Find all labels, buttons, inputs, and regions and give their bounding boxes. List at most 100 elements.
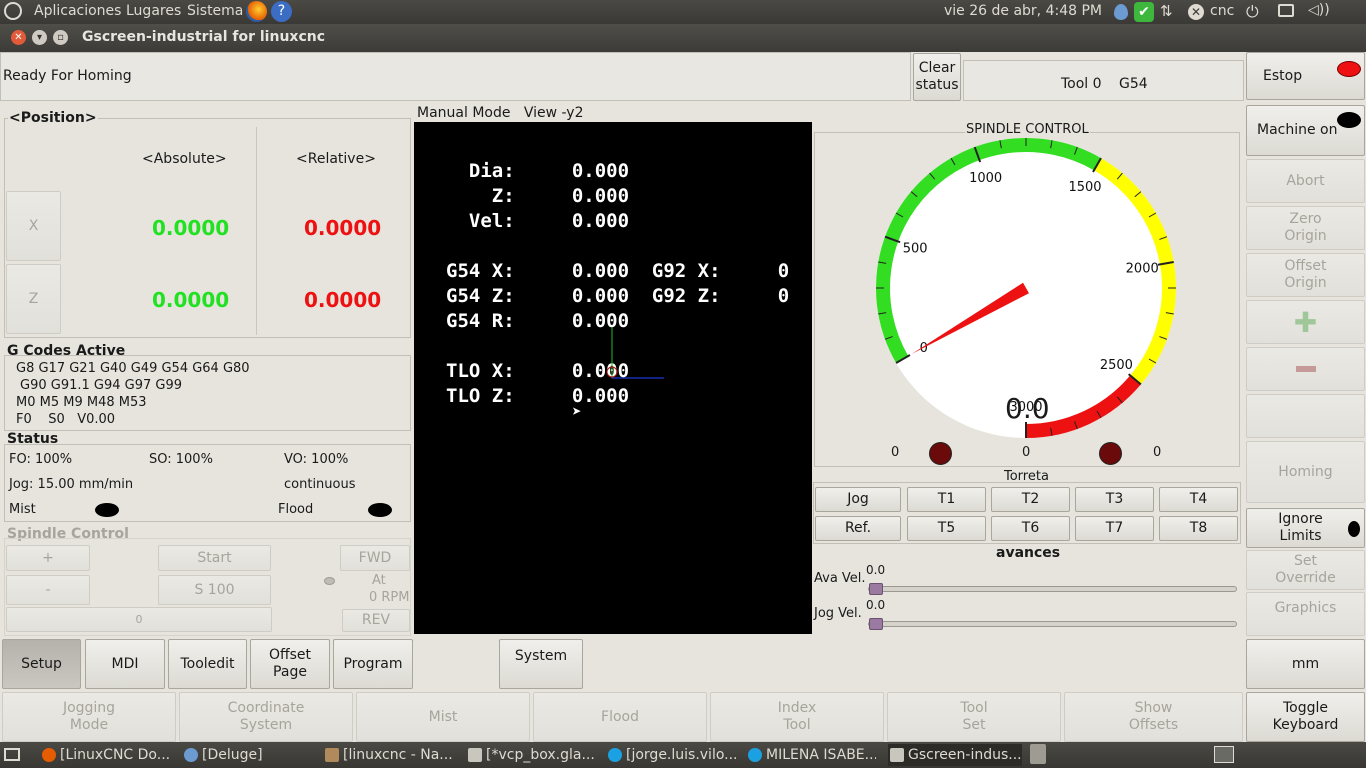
user-name[interactable]: cnc [1210, 3, 1234, 19]
torreta-jog-button[interactable]: Jog [815, 487, 901, 512]
mist-button[interactable]: Mist [356, 692, 530, 742]
spindle-minus-button[interactable]: - [6, 575, 90, 605]
gauge-right-led [1099, 442, 1122, 465]
gcode-preview[interactable]: Dia: 0.000 Z: 0.000 Vel: 0.000 G54 X: 0.… [414, 122, 812, 634]
spindle-rev-button[interactable]: REV [342, 609, 410, 632]
ignore-limits-indicator [1348, 521, 1360, 537]
graphics-label: Graphics [1274, 600, 1337, 616]
feed-override: FO: 100% [9, 452, 73, 467]
empty-button[interactable] [1246, 394, 1365, 438]
clock[interactable]: vie 26 de abr, 4:48 PM [944, 3, 1102, 19]
trash-icon[interactable] [1030, 744, 1046, 764]
tool-t7-button[interactable]: T7 [1075, 516, 1154, 541]
volume-icon[interactable]: ◁)) [1308, 2, 1330, 18]
spindle-fwd-button[interactable]: FWD [340, 545, 410, 571]
taskbar-item[interactable]: [jorge.luis.vilo... [606, 744, 736, 766]
flood-button[interactable]: Flood [533, 692, 707, 742]
close-window-icon[interactable]: ✕ [11, 30, 26, 45]
offset-origin-button[interactable]: Offset Origin [1246, 253, 1365, 297]
ava-vel-slider-track[interactable] [868, 586, 1237, 592]
machine-on-label: Machine on [1257, 122, 1338, 138]
jog-vel-slider-handle[interactable] [869, 618, 883, 630]
spindle-plus-button[interactable]: + [6, 545, 90, 571]
index-tool-button[interactable]: Index Tool [710, 692, 884, 742]
tab-program[interactable]: Program [333, 639, 413, 689]
power-icon[interactable]: ⏻ [1246, 2, 1259, 22]
taskbar-item[interactable]: [*vcp_box.gla... [466, 744, 596, 766]
abort-button[interactable]: Abort [1246, 159, 1365, 203]
tab-setup[interactable]: Setup [2, 639, 81, 689]
tool-t4-button[interactable]: T4 [1159, 487, 1238, 512]
update-check-icon[interactable]: ✔ [1134, 2, 1154, 22]
set-override-button[interactable]: Set Override [1246, 550, 1365, 590]
tool-t8-button[interactable]: T8 [1159, 516, 1238, 541]
tab-system[interactable]: System [499, 639, 583, 689]
zero-origin-button[interactable]: Zero Origin [1246, 206, 1365, 250]
firefox-icon[interactable] [246, 1, 267, 22]
dro-line: Vel: 0.000 [446, 210, 630, 232]
tool-t2-button[interactable]: T2 [991, 487, 1070, 512]
axis-x-button[interactable]: X [6, 191, 61, 261]
taskbar-item-active[interactable]: Gscreen-indus... [888, 744, 1022, 766]
water-drop-icon[interactable] [1114, 4, 1128, 20]
tool-t5-button[interactable]: T5 [907, 516, 986, 541]
decrease-button[interactable] [1246, 347, 1365, 391]
taskbar-item-label: [Deluge] [202, 747, 263, 763]
toggle-keyboard-button[interactable]: Toggle Keyboard [1246, 692, 1365, 742]
relative-header: <Relative> [296, 151, 376, 167]
jogging-mode-button[interactable]: Jogging Mode [2, 692, 176, 742]
help-icon[interactable]: ? [271, 1, 292, 22]
maximize-window-icon[interactable]: ▫ [53, 30, 68, 45]
graphics-button[interactable]: Graphics [1246, 592, 1365, 636]
machine-on-button[interactable]: Machine on [1246, 105, 1365, 156]
menu-aplicaciones[interactable]: Aplicaciones [34, 3, 121, 19]
user-status-icon[interactable]: ✕ [1188, 4, 1204, 20]
tool-t3-button[interactable]: T3 [1075, 487, 1154, 512]
increase-button[interactable]: ✚ [1246, 300, 1365, 344]
current-coord-system: G54 [1119, 76, 1148, 92]
taskbar-item[interactable]: [LinuxCNC Do... [40, 744, 170, 766]
axis-z-button[interactable]: Z [6, 264, 61, 334]
coordinate-system-button[interactable]: Coordinate System [179, 692, 353, 742]
window-title: Gscreen-industrial for linuxcnc [82, 29, 326, 45]
estop-indicator [1337, 61, 1361, 77]
skype-icon [608, 748, 622, 762]
workspace-switcher-icon[interactable] [1214, 746, 1234, 763]
mist-label: Mist [9, 502, 36, 517]
clear-status-button[interactable]: Clear status [913, 53, 961, 101]
dro-line: G54 Z: 0.000 G92 Z: 0 [446, 285, 790, 307]
avances-title: avances [996, 545, 1061, 561]
taskbar-item[interactable]: [Deluge] [182, 744, 312, 766]
taskbar-item[interactable]: [linuxcnc - Na... [323, 744, 453, 766]
torreta-ref-button[interactable]: Ref. [815, 516, 901, 541]
mouse-cursor-icon: ➤ [572, 402, 582, 421]
tool-set-button[interactable]: Tool Set [887, 692, 1061, 742]
ignore-limits-button[interactable]: Ignore Limits [1246, 508, 1365, 548]
taskbar-item[interactable]: MILENA ISABE... [746, 744, 876, 766]
minimize-window-icon[interactable]: ▾ [32, 30, 47, 45]
tab-tooledit[interactable]: Tooledit [168, 639, 247, 689]
show-offsets-button[interactable]: Show Offsets [1064, 692, 1243, 742]
show-desktop-icon[interactable] [4, 748, 20, 761]
menu-sistema[interactable]: Sistema [187, 3, 243, 19]
spindle-s100-button[interactable]: S 100 [158, 575, 271, 605]
dro-line: Z: 0.000 [446, 185, 630, 207]
ubuntu-logo-icon[interactable] [4, 2, 22, 20]
tab-mdi[interactable]: MDI [85, 639, 165, 689]
menu-lugares[interactable]: Lugares [126, 3, 181, 19]
estop-button[interactable]: Estop [1246, 52, 1365, 100]
tool-t1-button[interactable]: T1 [907, 487, 986, 512]
display-icon[interactable] [1278, 4, 1294, 17]
network-icon[interactable]: ⇅ [1160, 2, 1173, 20]
estop-label: Estop [1263, 67, 1303, 84]
homing-button[interactable]: Homing [1246, 441, 1365, 503]
tool-t6-button[interactable]: T6 [991, 516, 1070, 541]
at-speed-label: At [372, 573, 386, 588]
ava-vel-slider-handle[interactable] [869, 583, 883, 595]
deluge-icon [184, 748, 198, 762]
spindle-start-button[interactable]: Start [158, 545, 271, 571]
jog-vel-slider-track[interactable] [868, 621, 1237, 627]
spindle-gauge-title: SPINDLE CONTROL [965, 122, 1090, 137]
tab-offset-page[interactable]: Offset Page [250, 639, 330, 689]
units-button[interactable]: mm [1246, 639, 1365, 689]
